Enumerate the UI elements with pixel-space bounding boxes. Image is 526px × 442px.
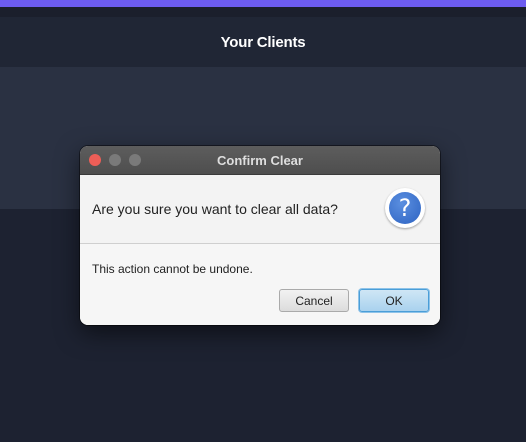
dialog-titlebar[interactable]: Confirm Clear [80,146,440,175]
ok-button[interactable]: OK [359,289,429,312]
dialog-body: This action cannot be undone. Cancel OK [80,244,440,325]
cancel-button[interactable]: Cancel [279,289,349,312]
dialog-header-text: Are you sure you want to clear all data? [92,201,338,217]
question-icon: ? [385,188,425,228]
dialog-title: Confirm Clear [217,152,303,168]
dialog-header: Are you sure you want to clear all data?… [80,175,440,244]
maximize-window-button[interactable] [129,154,141,166]
dialog-content-text: This action cannot be undone. [92,262,253,276]
app-window: Your Clients Confirm Clear Are you sure … [0,0,526,442]
accent-bar [0,0,526,7]
close-window-button[interactable] [89,154,101,166]
minimize-window-button[interactable] [109,154,121,166]
question-icon-glyph: ? [389,192,421,224]
top-strip [0,7,526,17]
page-title: Your Clients [220,33,306,51]
confirm-dialog: Confirm Clear Are you sure you want to c… [80,146,440,325]
page-header: Your Clients [0,17,526,67]
